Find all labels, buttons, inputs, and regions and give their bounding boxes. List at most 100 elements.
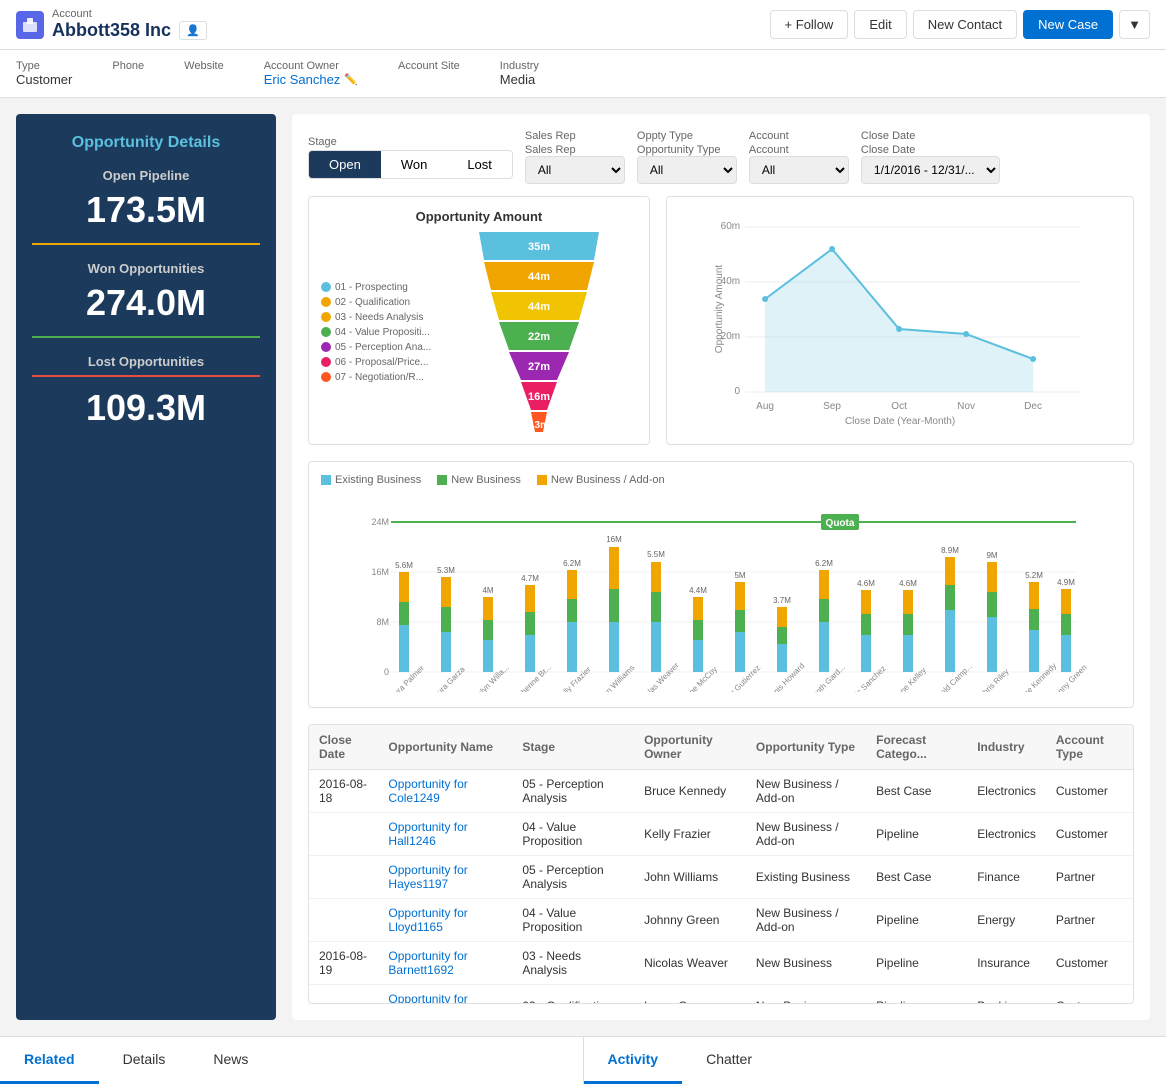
- follow-button[interactable]: + Follow: [770, 10, 849, 39]
- tab-chatter[interactable]: Chatter: [682, 1037, 776, 1084]
- meta-type: Type Customer: [16, 60, 72, 87]
- cell-forecast: Best Case: [866, 770, 967, 813]
- stage-filter-label: Stage: [308, 136, 513, 148]
- open-pipeline-section: Open Pipeline 173.5M: [32, 168, 260, 245]
- tab-activity[interactable]: Activity: [584, 1037, 683, 1084]
- opportunity-details-title: Opportunity Details: [32, 134, 260, 152]
- legend-color-proposal: [321, 357, 331, 367]
- table-row[interactable]: Opportunity for Lloyd1165 04 - Value Pro…: [309, 899, 1133, 942]
- svg-text:3.7M: 3.7M: [773, 596, 791, 605]
- oppty-type-select[interactable]: All: [637, 156, 737, 184]
- table-row[interactable]: Opportunity for Bridges657 02 - Qualific…: [309, 985, 1133, 1005]
- svg-text:8M: 8M: [376, 617, 389, 627]
- new-case-button[interactable]: New Case: [1023, 10, 1113, 39]
- cell-type: Existing Business: [746, 856, 866, 899]
- legend-negotiation: 07 - Negotiation/R...: [321, 372, 451, 383]
- lost-section: Lost Opportunities 109.3M: [32, 354, 260, 429]
- cell-name[interactable]: Opportunity for Bridges657: [378, 985, 512, 1005]
- bottom-section: Related Details News Activity Chatter: [0, 1036, 1166, 1084]
- table-row[interactable]: Opportunity for Hall1246 04 - Value Prop…: [309, 813, 1133, 856]
- table-row[interactable]: 2016-08-18 Opportunity for Cole1249 05 -…: [309, 770, 1133, 813]
- close-date-select[interactable]: 1/1/2016 - 12/31/...: [861, 156, 1000, 184]
- website-label: Website: [184, 60, 224, 72]
- cell-type: New Business: [746, 985, 866, 1005]
- close-date-filter-label: Close Date: [861, 130, 1000, 142]
- cell-account-type: Partner: [1046, 899, 1133, 942]
- legend-color-addon: [537, 475, 547, 485]
- stage-tab-won[interactable]: Won: [381, 151, 448, 178]
- cell-industry: Banking: [967, 985, 1046, 1005]
- account-filter-label: Account: [749, 130, 849, 142]
- account-actions: + Follow Edit New Contact New Case ▼: [770, 10, 1150, 39]
- sales-rep-select[interactable]: All: [525, 156, 625, 184]
- legend-needs-analysis: 03 - Needs Analysis: [321, 312, 451, 323]
- table-row[interactable]: 2016-08-19 Opportunity for Barnett1692 0…: [309, 942, 1133, 985]
- stage-tab-open[interactable]: Open: [309, 151, 381, 178]
- edit-owner-icon[interactable]: ✏️: [344, 73, 358, 86]
- tab-news[interactable]: News: [189, 1037, 272, 1084]
- account-owner-value[interactable]: Eric Sanchez ✏️: [264, 72, 358, 87]
- svg-text:8.9M: 8.9M: [941, 546, 959, 555]
- cell-name[interactable]: Opportunity for Hall1246: [378, 813, 512, 856]
- legend-label-needs-analysis: 03 - Needs Analysis: [335, 312, 423, 323]
- meta-phone: Phone: [112, 60, 144, 87]
- filter-row: Stage Open Won Lost Sales Rep Sales Rep …: [308, 130, 1134, 184]
- svg-text:Nov: Nov: [957, 401, 975, 412]
- tab-details[interactable]: Details: [99, 1037, 190, 1084]
- legend-text-new: New Business: [451, 474, 521, 486]
- svg-text:0: 0: [734, 386, 740, 397]
- cell-account-type: Customer: [1046, 770, 1133, 813]
- legend-label-perception: 05 - Perception Ana...: [335, 342, 431, 353]
- edit-button[interactable]: Edit: [854, 10, 906, 39]
- cell-owner: Johnny Green: [634, 899, 746, 942]
- cell-name[interactable]: Opportunity for Hayes1197: [378, 856, 512, 899]
- bottom-left-tab-list: Related Details News: [0, 1037, 583, 1084]
- left-panel: Opportunity Details Open Pipeline 173.5M…: [16, 114, 276, 1020]
- cell-forecast: Best Case: [866, 856, 967, 899]
- legend-color-qualification: [321, 297, 331, 307]
- cell-industry: Electronics: [967, 770, 1046, 813]
- cell-date: [309, 813, 378, 856]
- cell-name[interactable]: Opportunity for Cole1249: [378, 770, 512, 813]
- account-label: Account: [52, 8, 207, 20]
- cell-name[interactable]: Opportunity for Lloyd1165: [378, 899, 512, 942]
- svg-text:Dec: Dec: [1024, 401, 1042, 412]
- close-date-sublabel: Close Date: [861, 144, 1000, 156]
- cell-type: New Business / Add-on: [746, 899, 866, 942]
- funnel-chart-content: 01 - Prospecting 02 - Qualification 03 -…: [321, 232, 637, 432]
- legend-value-prop: 04 - Value Propositi...: [321, 327, 451, 338]
- account-sublabel: Account: [749, 144, 849, 156]
- stage-tab-lost[interactable]: Lost: [447, 151, 512, 178]
- svg-text:4.6M: 4.6M: [857, 579, 875, 588]
- more-actions-button[interactable]: ▼: [1119, 10, 1150, 39]
- oppty-type-sublabel: Opportunity Type: [637, 144, 737, 156]
- svg-text:60m: 60m: [720, 221, 739, 232]
- legend-text-addon: New Business / Add-on: [551, 474, 665, 486]
- svg-text:27m: 27m: [528, 361, 550, 373]
- new-contact-button[interactable]: New Contact: [913, 10, 1017, 39]
- svg-text:44m: 44m: [528, 301, 550, 313]
- funnel-chart-box: Opportunity Amount 01 - Prospecting 02 -…: [308, 196, 650, 445]
- tab-related[interactable]: Related: [0, 1037, 99, 1084]
- cell-stage: 04 - Value Proposition: [512, 899, 634, 942]
- opportunities-table[interactable]: Close Date Opportunity Name Stage Opport…: [308, 724, 1134, 1004]
- account-owner-label: Account Owner: [264, 60, 358, 72]
- table-row[interactable]: Opportunity for Hayes1197 05 - Perceptio…: [309, 856, 1133, 899]
- account-select[interactable]: All: [749, 156, 849, 184]
- cell-industry: Energy: [967, 899, 1046, 942]
- svg-text:Opportunity Amount: Opportunity Amount: [714, 265, 725, 354]
- svg-text:4.7M: 4.7M: [521, 574, 539, 583]
- cell-name[interactable]: Opportunity for Barnett1692: [378, 942, 512, 985]
- open-pipeline-label: Open Pipeline: [32, 168, 260, 183]
- account-hierarchy-button[interactable]: 👤: [179, 21, 207, 40]
- account-name: Abbott358 Inc: [52, 20, 171, 41]
- cell-stage: 05 - Perception Analysis: [512, 856, 634, 899]
- cell-account-type: Customer: [1046, 985, 1133, 1005]
- col-opportunity-type: Opportunity Type: [746, 725, 866, 770]
- cell-forecast: Pipeline: [866, 899, 967, 942]
- bottom-left-tabs: Related Details News: [0, 1037, 584, 1084]
- svg-text:13m: 13m: [529, 420, 549, 431]
- legend-color-prospecting: [321, 282, 331, 292]
- col-forecast-catego: Forecast Catego...: [866, 725, 967, 770]
- right-panel: Stage Open Won Lost Sales Rep Sales Rep …: [292, 114, 1150, 1020]
